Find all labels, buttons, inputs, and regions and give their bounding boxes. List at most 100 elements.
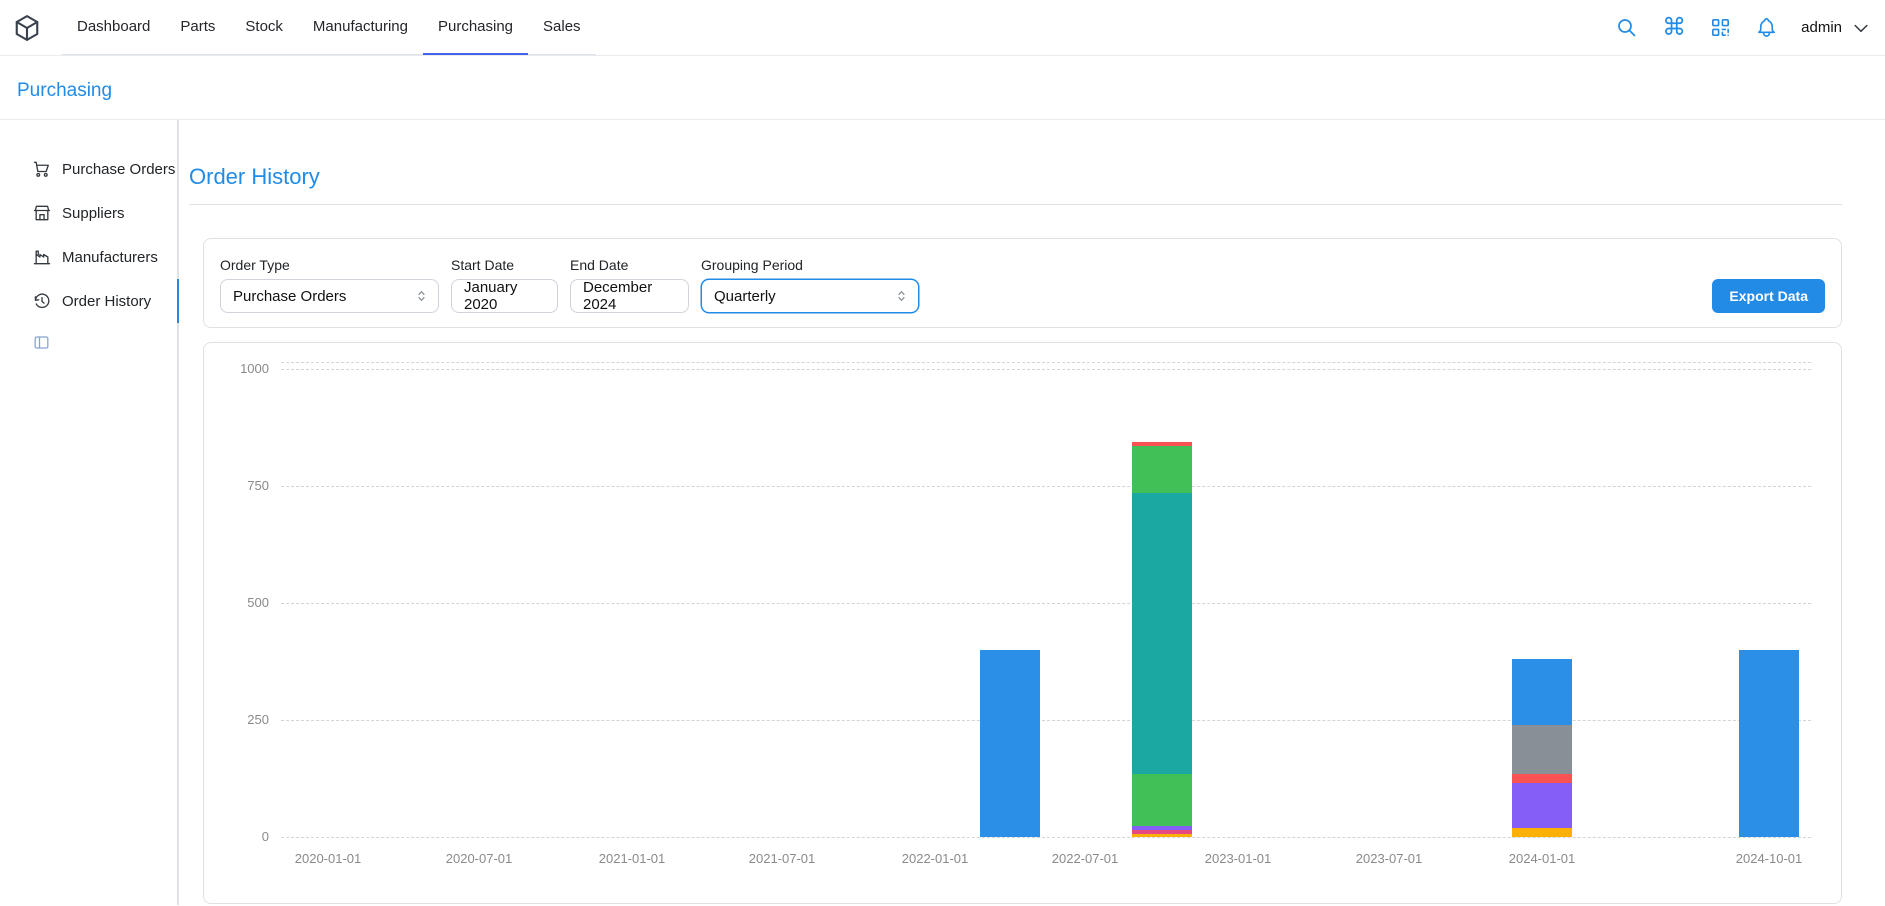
sidebar-item-order-history[interactable]: Order History xyxy=(0,279,177,323)
sidebar-item-label: Purchase Orders xyxy=(62,161,175,178)
bar-segment[interactable] xyxy=(1512,774,1572,783)
bar-segment[interactable] xyxy=(1132,834,1192,837)
bar-segment[interactable] xyxy=(980,650,1040,837)
y-gridline xyxy=(281,486,1811,487)
x-tick-label: 2021-07-01 xyxy=(717,851,847,866)
storefront-icon xyxy=(32,203,52,223)
command-icon[interactable]: ⌘ xyxy=(1662,17,1686,39)
user-menu[interactable]: admin xyxy=(1801,18,1871,38)
bar-segment[interactable] xyxy=(1132,442,1192,446)
tab-label: Parts xyxy=(180,18,215,35)
bar-segment[interactable] xyxy=(1512,783,1572,828)
sidebar-item-label: Suppliers xyxy=(62,205,125,222)
package-box-icon xyxy=(12,13,42,43)
y-tick-label: 0 xyxy=(219,829,269,844)
order-type-label: Order Type xyxy=(220,257,439,274)
sidebar-item-label: Manufacturers xyxy=(62,249,158,266)
bar-segment[interactable] xyxy=(1132,493,1192,774)
x-tick-label: 2023-01-01 xyxy=(1173,851,1303,866)
end-date-field: End Date December 2024 xyxy=(570,257,689,313)
page-title: Order History xyxy=(189,164,1842,190)
tab-sales[interactable]: Sales xyxy=(528,0,596,55)
tab-manufacturing[interactable]: Manufacturing xyxy=(298,0,423,55)
grouping-period-field: Grouping Period Quarterly xyxy=(701,257,919,313)
bar-segment[interactable] xyxy=(1512,725,1572,774)
bar-segment[interactable] xyxy=(1132,774,1192,826)
y-gridline xyxy=(281,720,1811,721)
x-tick-label: 2020-01-01 xyxy=(263,851,393,866)
order-history-chart-card: 0 250 500 750 1000 2020-01-01 2020-07-01 2021-0… xyxy=(203,342,1842,904)
chevron-selector-icon xyxy=(414,289,429,304)
bar-segment[interactable] xyxy=(1132,446,1192,493)
x-tick-label: 2022-01-01 xyxy=(870,851,1000,866)
sidebar: Purchase Orders Suppliers M xyxy=(0,120,179,905)
main-nav-tabs: Dashboard Parts Stock Manufacturing Purc… xyxy=(62,0,596,55)
tab-purchasing[interactable]: Purchasing xyxy=(423,0,528,55)
bar-segment[interactable] xyxy=(1512,659,1572,725)
bell-icon[interactable] xyxy=(1755,16,1778,39)
grouping-period-label: Grouping Period xyxy=(701,257,919,274)
end-date-label: End Date xyxy=(570,257,689,274)
header-actions: ⌘ admin xyxy=(1615,0,1871,55)
start-date-label: Start Date xyxy=(451,257,558,274)
tab-label: Dashboard xyxy=(77,18,150,35)
grouping-period-value: Quarterly xyxy=(714,288,776,305)
breadcrumb: Purchasing xyxy=(0,56,1885,120)
start-date-value: January 2020 xyxy=(464,279,545,313)
y-tick-label: 500 xyxy=(219,595,269,610)
chevron-down-icon xyxy=(1851,18,1871,38)
grouping-period-select[interactable]: Quarterly xyxy=(701,279,919,313)
bar-segment[interactable] xyxy=(1739,650,1799,837)
tab-dashboard[interactable]: Dashboard xyxy=(62,0,165,55)
filter-panel: Order Type Purchase Orders Start Date Ja… xyxy=(203,238,1842,328)
app-logo[interactable] xyxy=(12,13,42,43)
main-panel: Order History Order Type Purchase Orders… xyxy=(179,120,1885,905)
sidebar-item-suppliers[interactable]: Suppliers xyxy=(0,191,177,235)
x-tick-label: 2023-07-01 xyxy=(1324,851,1454,866)
qr-scan-icon[interactable] xyxy=(1709,16,1732,39)
order-type-value: Purchase Orders xyxy=(233,288,346,305)
x-tick-label: 2024-01-01 xyxy=(1477,851,1607,866)
sidebar-item-label: Order History xyxy=(62,293,151,310)
start-date-field: Start Date January 2020 xyxy=(451,257,558,313)
sidebar-item-purchase-orders[interactable]: Purchase Orders xyxy=(0,147,177,191)
x-tick-label: 2021-01-01 xyxy=(567,851,697,866)
x-tick-label: 2024-10-01 xyxy=(1704,851,1834,866)
x-tick-label: 2020-07-01 xyxy=(414,851,544,866)
tab-stock[interactable]: Stock xyxy=(230,0,298,55)
tab-label: Stock xyxy=(245,18,283,35)
content-area: Purchase Orders Suppliers M xyxy=(0,120,1885,905)
shopping-cart-icon xyxy=(32,159,52,179)
history-icon xyxy=(32,291,52,311)
tab-parts[interactable]: Parts xyxy=(165,0,230,55)
x-tick-label: 2022-07-01 xyxy=(1020,851,1150,866)
bar-segment[interactable] xyxy=(1132,826,1192,830)
y-gridline xyxy=(281,603,1811,604)
y-gridline xyxy=(281,369,1811,370)
username: admin xyxy=(1801,19,1842,36)
section-divider xyxy=(189,204,1842,205)
tab-label: Sales xyxy=(543,18,581,35)
order-type-field: Order Type Purchase Orders xyxy=(220,257,439,313)
bar-segment[interactable] xyxy=(1512,828,1572,837)
y-tick-label: 250 xyxy=(219,712,269,727)
breadcrumb-purchasing[interactable]: Purchasing xyxy=(17,80,112,102)
chevron-selector-icon xyxy=(894,289,909,304)
chart-plot: 025050075010002020-01-012020-07-012021-0… xyxy=(281,362,1811,837)
bar-segment[interactable] xyxy=(1132,830,1192,834)
sidebar-item-manufacturers[interactable]: Manufacturers xyxy=(0,235,177,279)
chart-top-gridline xyxy=(281,362,1811,363)
search-icon[interactable] xyxy=(1615,16,1639,40)
tab-label: Purchasing xyxy=(438,18,513,35)
end-date-value: December 2024 xyxy=(583,279,676,313)
end-date-input[interactable]: December 2024 xyxy=(570,279,689,313)
sidebar-collapse-icon[interactable] xyxy=(32,333,52,352)
y-tick-label: 1000 xyxy=(219,361,269,376)
tab-label: Manufacturing xyxy=(313,18,408,35)
factory-icon xyxy=(32,247,52,267)
y-tick-label: 750 xyxy=(219,478,269,493)
y-gridline xyxy=(281,837,1811,838)
export-data-button[interactable]: Export Data xyxy=(1712,279,1825,313)
start-date-input[interactable]: January 2020 xyxy=(451,279,558,313)
order-type-select[interactable]: Purchase Orders xyxy=(220,279,439,313)
